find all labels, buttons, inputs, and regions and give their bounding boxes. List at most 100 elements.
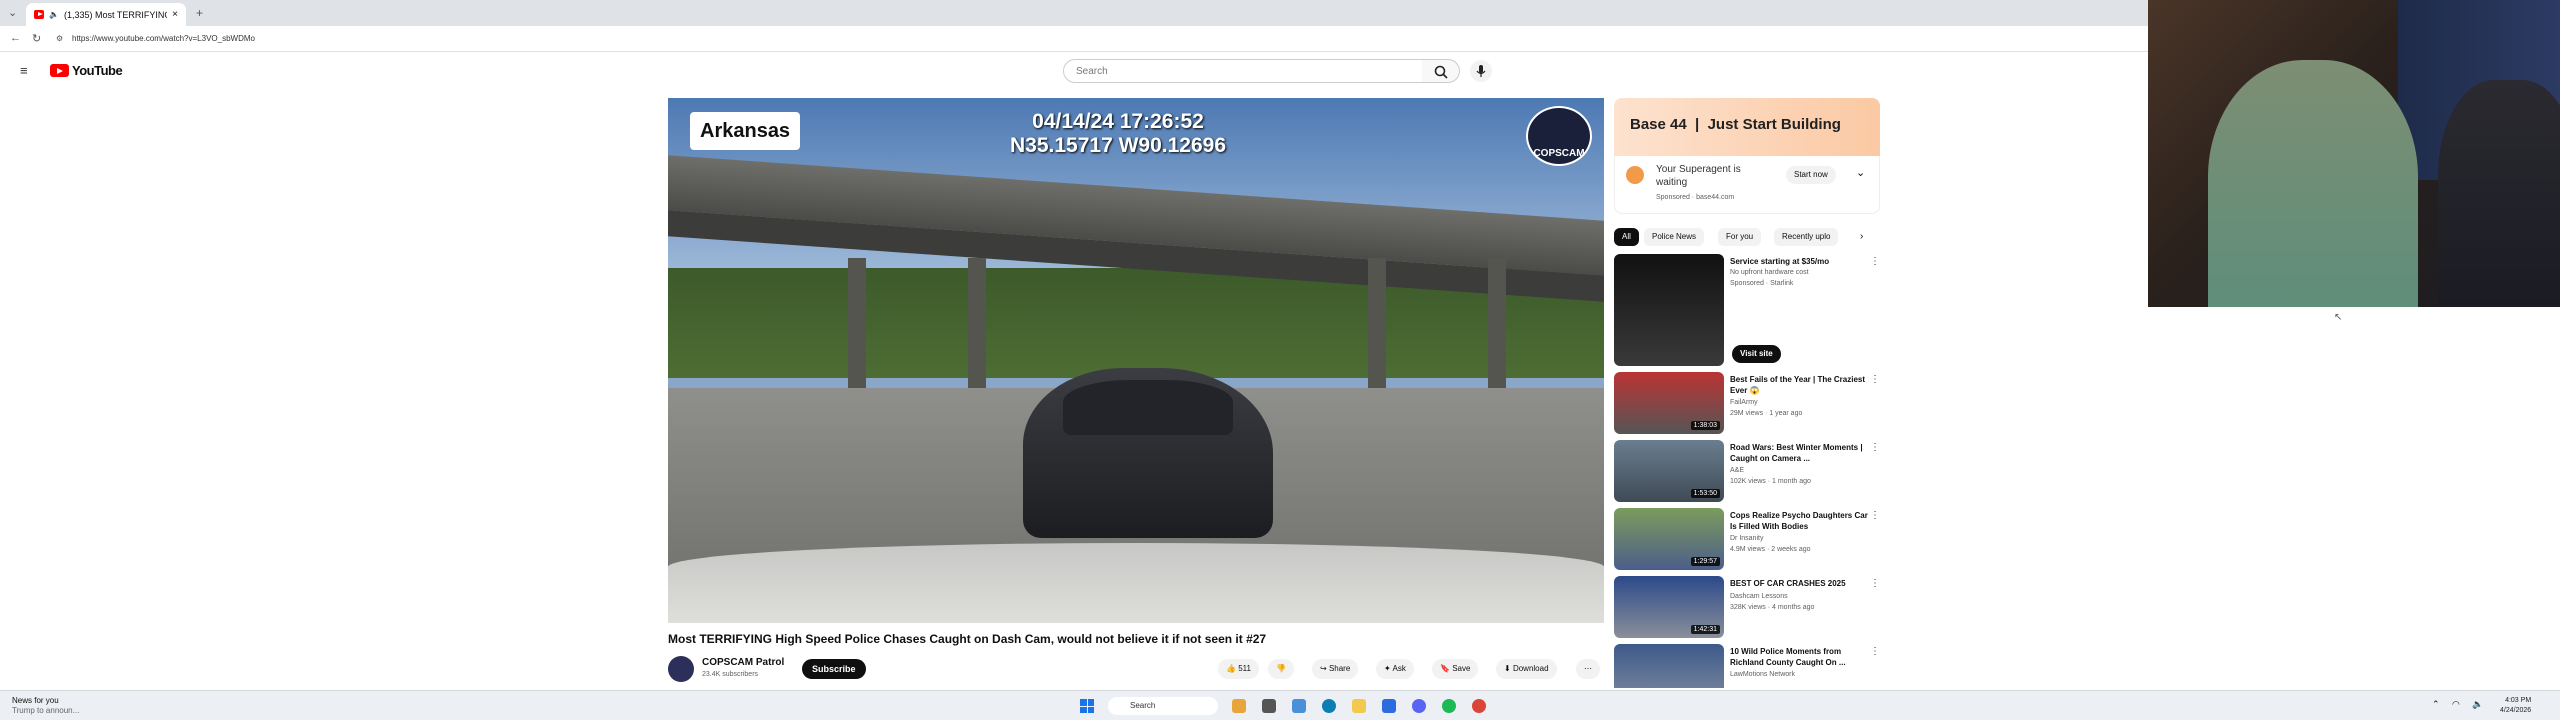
- search-input[interactable]: Search: [1063, 59, 1423, 83]
- clock-time: 4:03 PM: [2505, 697, 2532, 704]
- youtube-logo-icon: [50, 64, 69, 77]
- recommendation-title[interactable]: Cops Realize Psycho Daughters Car Is Fil…: [1730, 510, 1870, 532]
- save-button[interactable]: 🔖 Save: [1432, 659, 1479, 679]
- chip-recently-uploaded[interactable]: Recently uplo: [1774, 228, 1839, 246]
- discord-icon[interactable]: [1412, 699, 1426, 713]
- webcam-person-left: [2208, 60, 2418, 307]
- system-tray-chevron-icon[interactable]: ⌃: [2432, 699, 2440, 710]
- more-actions-button[interactable]: ⋯: [1576, 659, 1600, 679]
- sponsored-meta: Sponsored · Starlink: [1730, 280, 1794, 287]
- sponsored-title[interactable]: Service starting at $35/mo: [1730, 256, 1870, 267]
- recommendation-channel[interactable]: A&E: [1730, 466, 1744, 476]
- like-button[interactable]: 👍 511: [1218, 659, 1259, 679]
- browser-tab[interactable]: 🔈 (1,335) Most TERRIFYING Hig ×: [26, 3, 186, 26]
- chrome-icon[interactable]: [1472, 699, 1486, 713]
- bridge-pillar: [1488, 258, 1506, 408]
- subscribe-button[interactable]: Subscribe: [802, 659, 866, 679]
- more-vertical-icon[interactable]: ⋮: [1870, 374, 1880, 385]
- menu-icon[interactable]: ≡: [20, 63, 28, 78]
- site-info-icon[interactable]: ⚙: [56, 34, 63, 43]
- chevron-down-icon[interactable]: ⌄: [1856, 166, 1865, 179]
- news-title: News for you: [12, 696, 59, 705]
- video-player[interactable]: Arkansas 04/14/24 17:26:52 N35.15717 W90…: [668, 98, 1604, 623]
- overlay-coordinates: N35.15717 W90.12696: [1010, 134, 1226, 157]
- reload-icon[interactable]: ↻: [32, 32, 41, 45]
- chevron-right-icon[interactable]: ›: [1860, 231, 1863, 242]
- recommendation-channel[interactable]: FailArmy: [1730, 398, 1758, 408]
- more-vertical-icon[interactable]: ⋮: [1870, 646, 1880, 657]
- channel-avatar[interactable]: [668, 656, 694, 682]
- thumbs-up-icon: 👍: [1226, 664, 1236, 673]
- video-frame-cruiser-hood: [668, 543, 1604, 623]
- recommendation-thumbnail[interactable]: 1:38:03: [1614, 372, 1724, 434]
- recommendation-thumbnail[interactable]: [1614, 644, 1724, 688]
- channel-watermark: COPSCAM: [1526, 106, 1592, 166]
- recommendation-thumbnail[interactable]: 1:53:50: [1614, 440, 1724, 502]
- share-button[interactable]: ↪ Share: [1312, 659, 1359, 679]
- channel-name[interactable]: COPSCAM Patrol: [702, 657, 784, 668]
- duration-badge: 1:53:50: [1690, 489, 1720, 498]
- recommendation-channel[interactable]: LawMotions Network: [1730, 670, 1795, 680]
- store-icon[interactable]: [1382, 699, 1396, 713]
- chip-all[interactable]: All: [1614, 228, 1639, 246]
- advertiser-icon: [1626, 166, 1644, 184]
- recommendation-channel[interactable]: Dashcam Lessons: [1730, 592, 1788, 602]
- task-view-icon[interactable]: [1262, 699, 1276, 713]
- new-tab-icon[interactable]: +: [196, 6, 203, 20]
- ad-cta-button[interactable]: Start now: [1786, 166, 1836, 184]
- download-button[interactable]: ⬇ Download: [1496, 659, 1557, 679]
- back-icon[interactable]: ←: [10, 32, 21, 44]
- ask-button[interactable]: ✦ Ask: [1376, 659, 1414, 679]
- bridge-pillar: [848, 258, 866, 408]
- start-button-icon[interactable]: [1080, 699, 1094, 713]
- sponsored-thumbnail[interactable]: [1614, 254, 1724, 366]
- taskbar-search[interactable]: Search: [1108, 697, 1218, 715]
- clock[interactable]: 4:03 PM 4/24/2026: [2500, 696, 2531, 716]
- overlay-timestamp: 04/14/24 17:26:52: [1032, 110, 1204, 133]
- recommendation-meta: 102K views · 1 month ago: [1730, 478, 1811, 485]
- recommendation-title[interactable]: Road Wars: Best Winter Moments | Caught …: [1730, 442, 1870, 464]
- more-horizontal-icon: ⋯: [1584, 664, 1592, 673]
- folder-icon[interactable]: [1352, 699, 1366, 713]
- edge-icon[interactable]: [1322, 699, 1336, 713]
- wifi-icon[interactable]: ◠: [2452, 699, 2460, 710]
- youtube-logo[interactable]: YouTube: [50, 63, 123, 78]
- tab-list-icon[interactable]: ⌄: [8, 6, 17, 19]
- spotify-icon[interactable]: [1442, 699, 1456, 713]
- url-field[interactable]: https://www.youtube.com/watch?v=L3VO_sbW…: [72, 31, 1372, 47]
- more-vertical-icon[interactable]: ⋮: [1870, 578, 1880, 589]
- share-label: Share: [1328, 664, 1351, 673]
- video-frame-car-window: [1063, 380, 1233, 435]
- recommendation-title[interactable]: BEST OF CAR CRASHES 2025: [1730, 578, 1870, 589]
- duration-badge: 1:42:31: [1690, 625, 1720, 634]
- volume-icon[interactable]: 🔈: [2472, 699, 2483, 710]
- voice-search-button[interactable]: [1470, 60, 1492, 82]
- news-widget[interactable]: News for you Trump to announ...: [12, 696, 79, 716]
- more-vertical-icon[interactable]: ⋮: [1870, 256, 1880, 267]
- youtube-favicon-icon: [34, 10, 45, 19]
- dislike-button[interactable]: 👎: [1268, 659, 1294, 679]
- close-tab-icon[interactable]: ×: [172, 9, 178, 20]
- watermark-text: COPSCAM: [1533, 148, 1585, 159]
- subscriber-count: 23.4K subscribers: [702, 671, 759, 678]
- chip-police-news[interactable]: Police News: [1644, 228, 1705, 246]
- more-vertical-icon[interactable]: ⋮: [1870, 510, 1880, 521]
- search-button[interactable]: [1422, 59, 1460, 83]
- recommendation-channel[interactable]: Dr Insanity: [1730, 534, 1763, 544]
- ad-banner-text: Base 44 | Just Start Building: [1630, 116, 1841, 133]
- audio-icon[interactable]: 🔈: [49, 10, 59, 19]
- save-label: Save: [1452, 664, 1471, 673]
- visit-site-button[interactable]: Visit site: [1732, 345, 1781, 363]
- more-vertical-icon[interactable]: ⋮: [1870, 442, 1880, 453]
- recommendation-meta: 328K views · 4 months ago: [1730, 604, 1815, 611]
- bookmark-icon: 🔖: [1440, 664, 1450, 673]
- widgets-icon[interactable]: [1232, 699, 1246, 713]
- explorer-icon[interactable]: [1292, 699, 1306, 713]
- recommendation-title[interactable]: Best Fails of the Year | The Craziest Ev…: [1730, 374, 1870, 396]
- sparkle-icon: ✦: [1384, 664, 1391, 673]
- recommendation-thumbnail[interactable]: 1:29:57: [1614, 508, 1724, 570]
- thumbs-down-icon: 👎: [1276, 664, 1286, 673]
- recommendation-title[interactable]: 10 Wild Police Moments from Richland Cou…: [1730, 646, 1870, 668]
- recommendation-thumbnail[interactable]: 1:42:31: [1614, 576, 1724, 638]
- chip-for-you[interactable]: For you: [1718, 228, 1762, 246]
